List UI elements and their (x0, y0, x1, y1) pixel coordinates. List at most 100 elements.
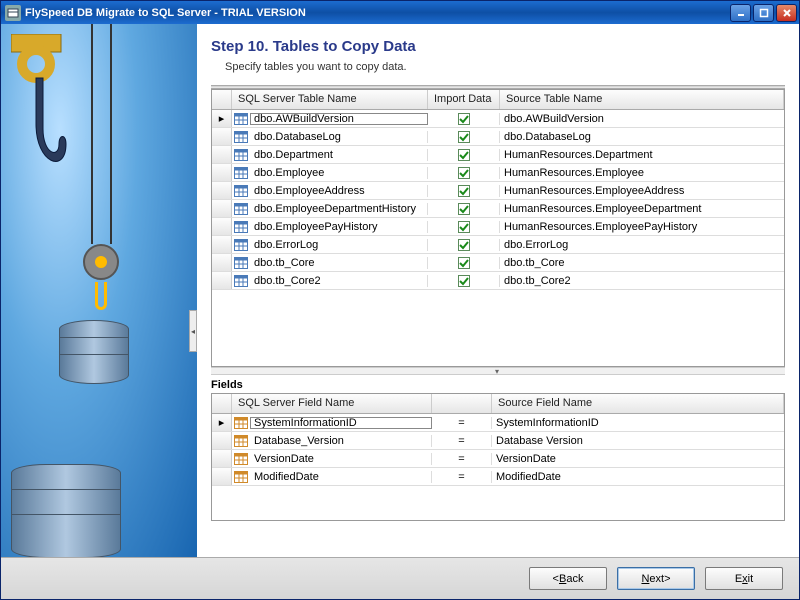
col-sql-table-name[interactable]: SQL Server Table Name (232, 90, 428, 109)
row-indicator (212, 450, 232, 467)
sql-table-name-cell[interactable]: dbo.AWBuildVersion (250, 113, 428, 125)
sql-field-name-cell[interactable]: ModifiedDate (250, 471, 432, 483)
import-data-cell[interactable] (428, 185, 500, 197)
table-row[interactable]: dbo.tb_Core2 dbo.tb_Core2 (212, 272, 784, 290)
col-source-table-name[interactable]: Source Table Name (500, 90, 784, 109)
import-checkbox[interactable] (458, 167, 470, 179)
table-icon (232, 236, 250, 253)
sql-table-name-cell[interactable]: dbo.tb_Core (250, 257, 428, 269)
tables-body[interactable]: ▸ dbo.AWBuildVersion dbo.AWBuildVersion dbo… (212, 110, 784, 366)
horizontal-splitter[interactable]: ▾ (211, 367, 785, 375)
field-icon (232, 432, 250, 449)
import-data-cell[interactable] (428, 131, 500, 143)
minimize-button[interactable] (730, 4, 751, 22)
table-row[interactable]: dbo.Employee HumanResources.Employee (212, 164, 784, 182)
titlebar-buttons (730, 4, 797, 22)
row-indicator: ▸ (212, 110, 232, 127)
table-icon (232, 128, 250, 145)
import-data-cell[interactable] (428, 239, 500, 251)
fields-body[interactable]: ▸ SystemInformationID=SystemInformationID… (212, 414, 784, 520)
table-icon (232, 182, 250, 199)
titlebar[interactable]: FlySpeed DB Migrate to SQL Server - TRIA… (1, 1, 799, 24)
table-row[interactable]: dbo.EmployeePayHistory HumanResources.Emp… (212, 218, 784, 236)
table-row[interactable]: dbo.DatabaseLog dbo.DatabaseLog (212, 128, 784, 146)
import-data-cell[interactable] (428, 113, 500, 125)
back-button[interactable]: < Back (529, 567, 607, 590)
fields-header-row: SQL Server Field Name Source Field Name (212, 394, 784, 414)
col-sql-field-name[interactable]: SQL Server Field Name (232, 394, 432, 413)
sql-table-name-cell[interactable]: dbo.EmployeeAddress (250, 185, 428, 197)
collapse-sidebar-button[interactable]: ◂ (189, 310, 197, 352)
main-panel: Step 10. Tables to Copy Data Specify tab… (197, 24, 799, 557)
field-icon (232, 468, 250, 485)
import-checkbox[interactable] (458, 149, 470, 161)
source-field-name-cell[interactable]: ModifiedDate (492, 471, 784, 483)
field-row[interactable]: ▸ SystemInformationID=SystemInformationID (212, 414, 784, 432)
import-data-cell[interactable] (428, 275, 500, 287)
table-row[interactable]: dbo.EmployeeDepartmentHistory HumanResour… (212, 200, 784, 218)
source-table-name-cell[interactable]: HumanResources.Employee (500, 167, 784, 179)
source-table-name-cell[interactable]: dbo.AWBuildVersion (500, 113, 784, 125)
import-checkbox[interactable] (458, 257, 470, 269)
step-subtext: Specify tables you want to copy data. (211, 61, 785, 73)
source-table-name-cell[interactable]: dbo.DatabaseLog (500, 131, 784, 143)
fields-grid: SQL Server Field Name Source Field Name … (211, 393, 785, 521)
table-icon (232, 218, 250, 235)
cable-icon (91, 24, 93, 244)
source-table-name-cell[interactable]: HumanResources.EmployeePayHistory (500, 221, 784, 233)
row-indicator (212, 200, 232, 217)
sql-table-name-cell[interactable]: dbo.tb_Core2 (250, 275, 428, 287)
import-checkbox[interactable] (458, 113, 470, 125)
import-data-cell[interactable] (428, 221, 500, 233)
close-button[interactable] (776, 4, 797, 22)
sql-table-name-cell[interactable]: dbo.Employee (250, 167, 428, 179)
import-checkbox[interactable] (458, 131, 470, 143)
row-indicator: ▸ (212, 414, 232, 431)
table-row[interactable]: dbo.ErrorLog dbo.ErrorLog (212, 236, 784, 254)
import-checkbox[interactable] (458, 275, 470, 287)
sql-table-name-cell[interactable]: dbo.DatabaseLog (250, 131, 428, 143)
row-indicator (212, 272, 232, 289)
source-table-name-cell[interactable]: HumanResources.Department (500, 149, 784, 161)
table-row[interactable]: ▸ dbo.AWBuildVersion dbo.AWBuildVersion (212, 110, 784, 128)
col-import-data[interactable]: Import Data (428, 90, 500, 109)
import-checkbox[interactable] (458, 185, 470, 197)
import-data-cell[interactable] (428, 257, 500, 269)
source-table-name-cell[interactable]: dbo.tb_Core2 (500, 275, 784, 287)
import-checkbox[interactable] (458, 203, 470, 215)
app-icon (5, 5, 21, 21)
table-row[interactable]: dbo.tb_Core dbo.tb_Core (212, 254, 784, 272)
source-field-name-cell[interactable]: SystemInformationID (492, 417, 784, 429)
import-checkbox[interactable] (458, 221, 470, 233)
field-row[interactable]: ModifiedDate=ModifiedDate (212, 468, 784, 486)
maximize-button[interactable] (753, 4, 774, 22)
sql-table-name-cell[interactable]: dbo.ErrorLog (250, 239, 428, 251)
table-icon (232, 254, 250, 271)
import-data-cell[interactable] (428, 167, 500, 179)
sql-field-name-cell[interactable]: VersionDate (250, 453, 432, 465)
table-row[interactable]: dbo.EmployeeAddress HumanResources.Employ… (212, 182, 784, 200)
source-table-name-cell[interactable]: dbo.tb_Core (500, 257, 784, 269)
import-data-cell[interactable] (428, 149, 500, 161)
sql-table-name-cell[interactable]: dbo.EmployeePayHistory (250, 221, 428, 233)
source-field-name-cell[interactable]: VersionDate (492, 453, 784, 465)
sql-table-name-cell[interactable]: dbo.Department (250, 149, 428, 161)
database-cylinders-icon (11, 464, 121, 557)
source-table-name-cell[interactable]: HumanResources.EmployeeAddress (500, 185, 784, 197)
sql-field-name-cell[interactable]: SystemInformationID (250, 417, 432, 429)
sql-field-name-cell[interactable]: Database_Version (250, 435, 432, 447)
field-row[interactable]: VersionDate=VersionDate (212, 450, 784, 468)
col-source-field-name[interactable]: Source Field Name (492, 394, 784, 413)
source-table-name-cell[interactable]: HumanResources.EmployeeDepartment (500, 203, 784, 215)
table-row[interactable]: dbo.Department HumanResources.Department (212, 146, 784, 164)
import-checkbox[interactable] (458, 239, 470, 251)
next-button[interactable]: Next > (617, 567, 695, 590)
source-field-name-cell[interactable]: Database Version (492, 435, 784, 447)
exit-button[interactable]: Exit (705, 567, 783, 590)
window-title: FlySpeed DB Migrate to SQL Server - TRIA… (25, 7, 730, 19)
source-table-name-cell[interactable]: dbo.ErrorLog (500, 239, 784, 251)
field-row[interactable]: Database_Version=Database Version (212, 432, 784, 450)
import-data-cell[interactable] (428, 203, 500, 215)
equals-cell: = (432, 417, 492, 429)
sql-table-name-cell[interactable]: dbo.EmployeeDepartmentHistory (250, 203, 428, 215)
